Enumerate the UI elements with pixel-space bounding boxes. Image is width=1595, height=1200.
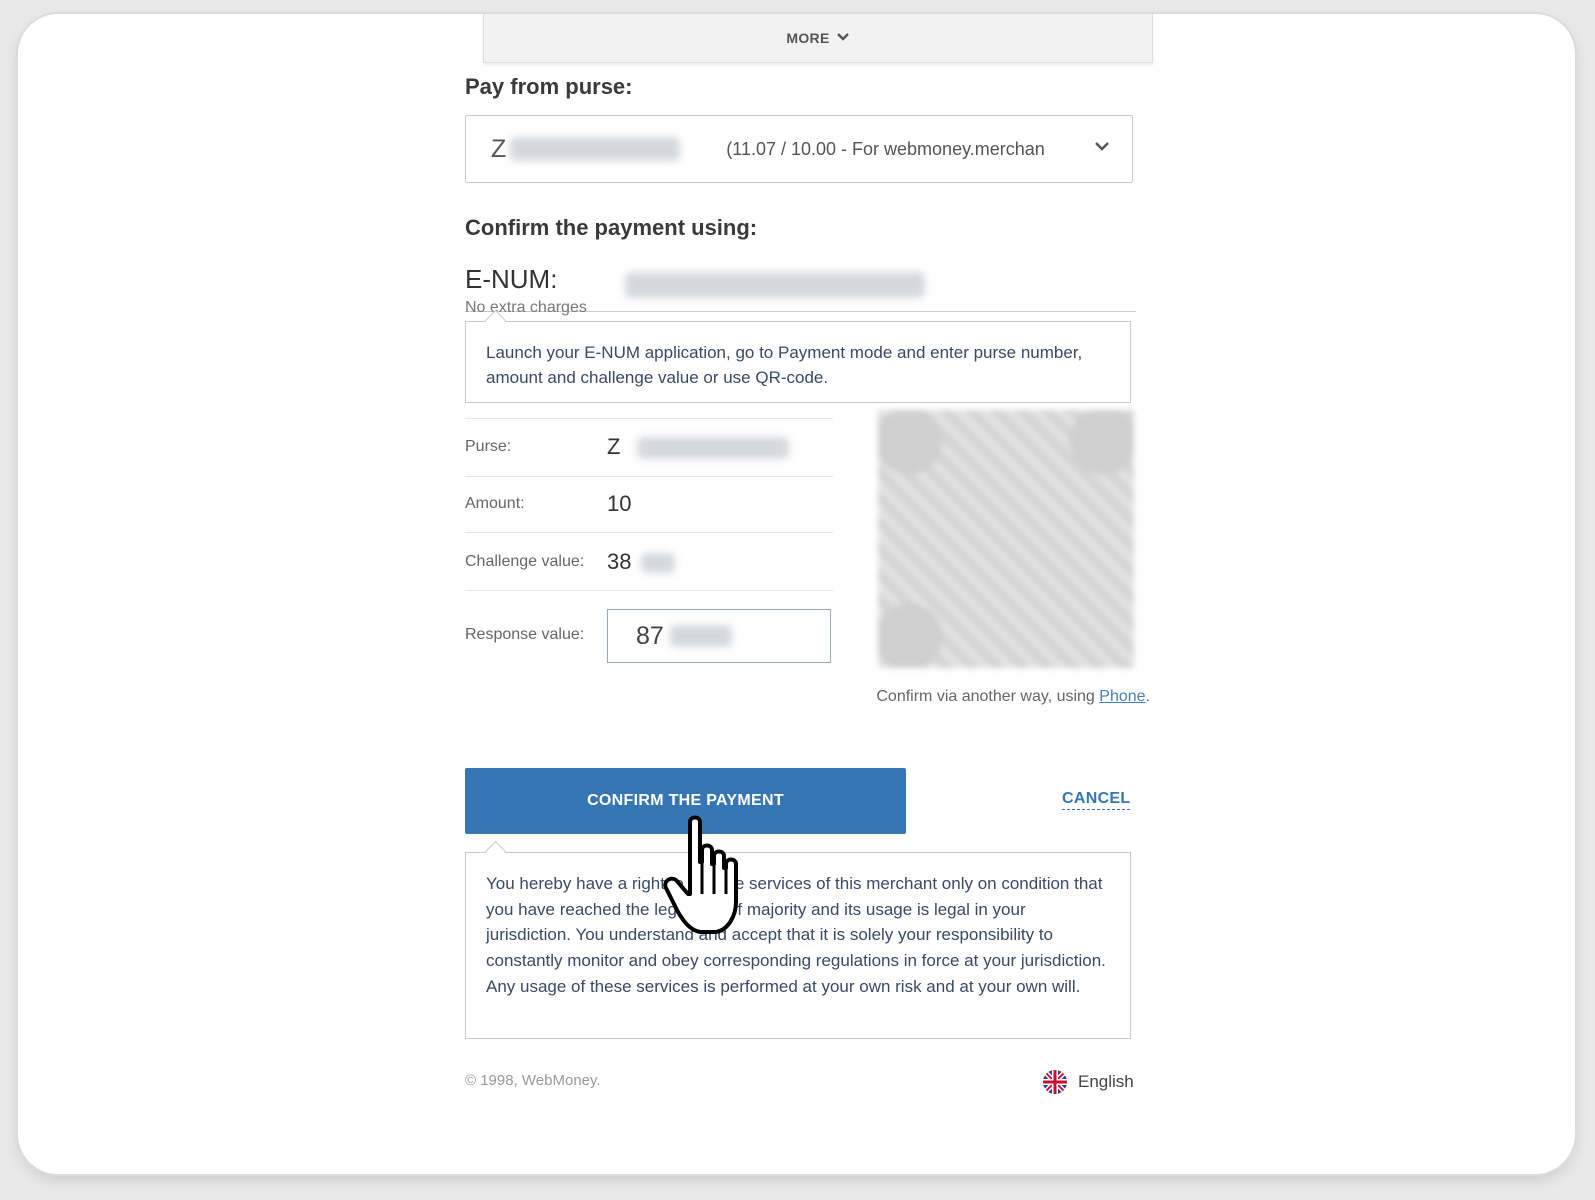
terms-text: You hereby have a right to use the servi… bbox=[465, 852, 1131, 1039]
chevron-down-icon bbox=[1094, 136, 1110, 157]
purse-prefix: Z bbox=[491, 134, 507, 163]
amount-value: 10 bbox=[607, 491, 632, 516]
alt-confirm: Confirm via another way, using Phone. bbox=[876, 688, 1150, 706]
more-label: MORE bbox=[786, 30, 830, 46]
qr-code bbox=[878, 410, 1134, 668]
challenge-value: 38 bbox=[607, 549, 632, 574]
purse-info: (11.07 / 10.00 - For webmoney.merchan bbox=[726, 138, 1045, 159]
response-value: 87 bbox=[636, 621, 664, 650]
detail-row-challenge: Challenge value: 38 bbox=[465, 532, 833, 591]
alt-confirm-text: Confirm via another way, using bbox=[876, 688, 1095, 705]
copyright: © 1998, WebMoney. bbox=[465, 1072, 601, 1089]
purse-detail-label: Purse: bbox=[465, 438, 512, 455]
purse-detail-value: Z bbox=[607, 434, 621, 459]
no-charges-note: No extra charges bbox=[465, 299, 587, 316]
enum-label: E-NUM: bbox=[465, 264, 558, 294]
hand-pointer-cursor-icon bbox=[660, 814, 756, 938]
confirm-label: Confirm the payment using: bbox=[465, 215, 758, 240]
cancel-button[interactable]: CANCEL bbox=[1062, 790, 1131, 810]
alt-confirm-suffix: . bbox=[1145, 688, 1150, 705]
language-name: English bbox=[1078, 1072, 1134, 1091]
challenge-label: Challenge value: bbox=[465, 553, 585, 570]
amount-label: Amount: bbox=[465, 495, 525, 512]
response-label: Response value: bbox=[465, 626, 585, 643]
detail-row-amount: Amount: 10 bbox=[465, 476, 833, 533]
detail-row-purse: Purse: Z bbox=[465, 418, 833, 477]
chevron-down-icon bbox=[836, 31, 850, 45]
uk-flag-icon bbox=[1043, 1070, 1067, 1094]
purse-detail-redacted bbox=[637, 437, 789, 459]
purse-number-redacted bbox=[510, 137, 681, 161]
pay-from-label: Pay from purse: bbox=[465, 74, 633, 99]
phone-link[interactable]: Phone bbox=[1099, 688, 1145, 705]
challenge-redacted bbox=[641, 553, 675, 573]
response-input[interactable]: 87 bbox=[607, 609, 831, 663]
response-redacted bbox=[669, 625, 732, 647]
enum-hint: Launch your E-NUM application, go to Pay… bbox=[465, 321, 1131, 403]
purse-select[interactable]: Z (11.07 / 10.00 - For webmoney.merchan bbox=[465, 115, 1133, 183]
language-selector[interactable]: English bbox=[1043, 1070, 1134, 1094]
browser-frame: MORE Pay from purse: Z (11.07 / 10.00 - … bbox=[18, 14, 1575, 1174]
more-button[interactable]: MORE bbox=[483, 14, 1153, 63]
enum-email-redacted bbox=[625, 272, 925, 298]
